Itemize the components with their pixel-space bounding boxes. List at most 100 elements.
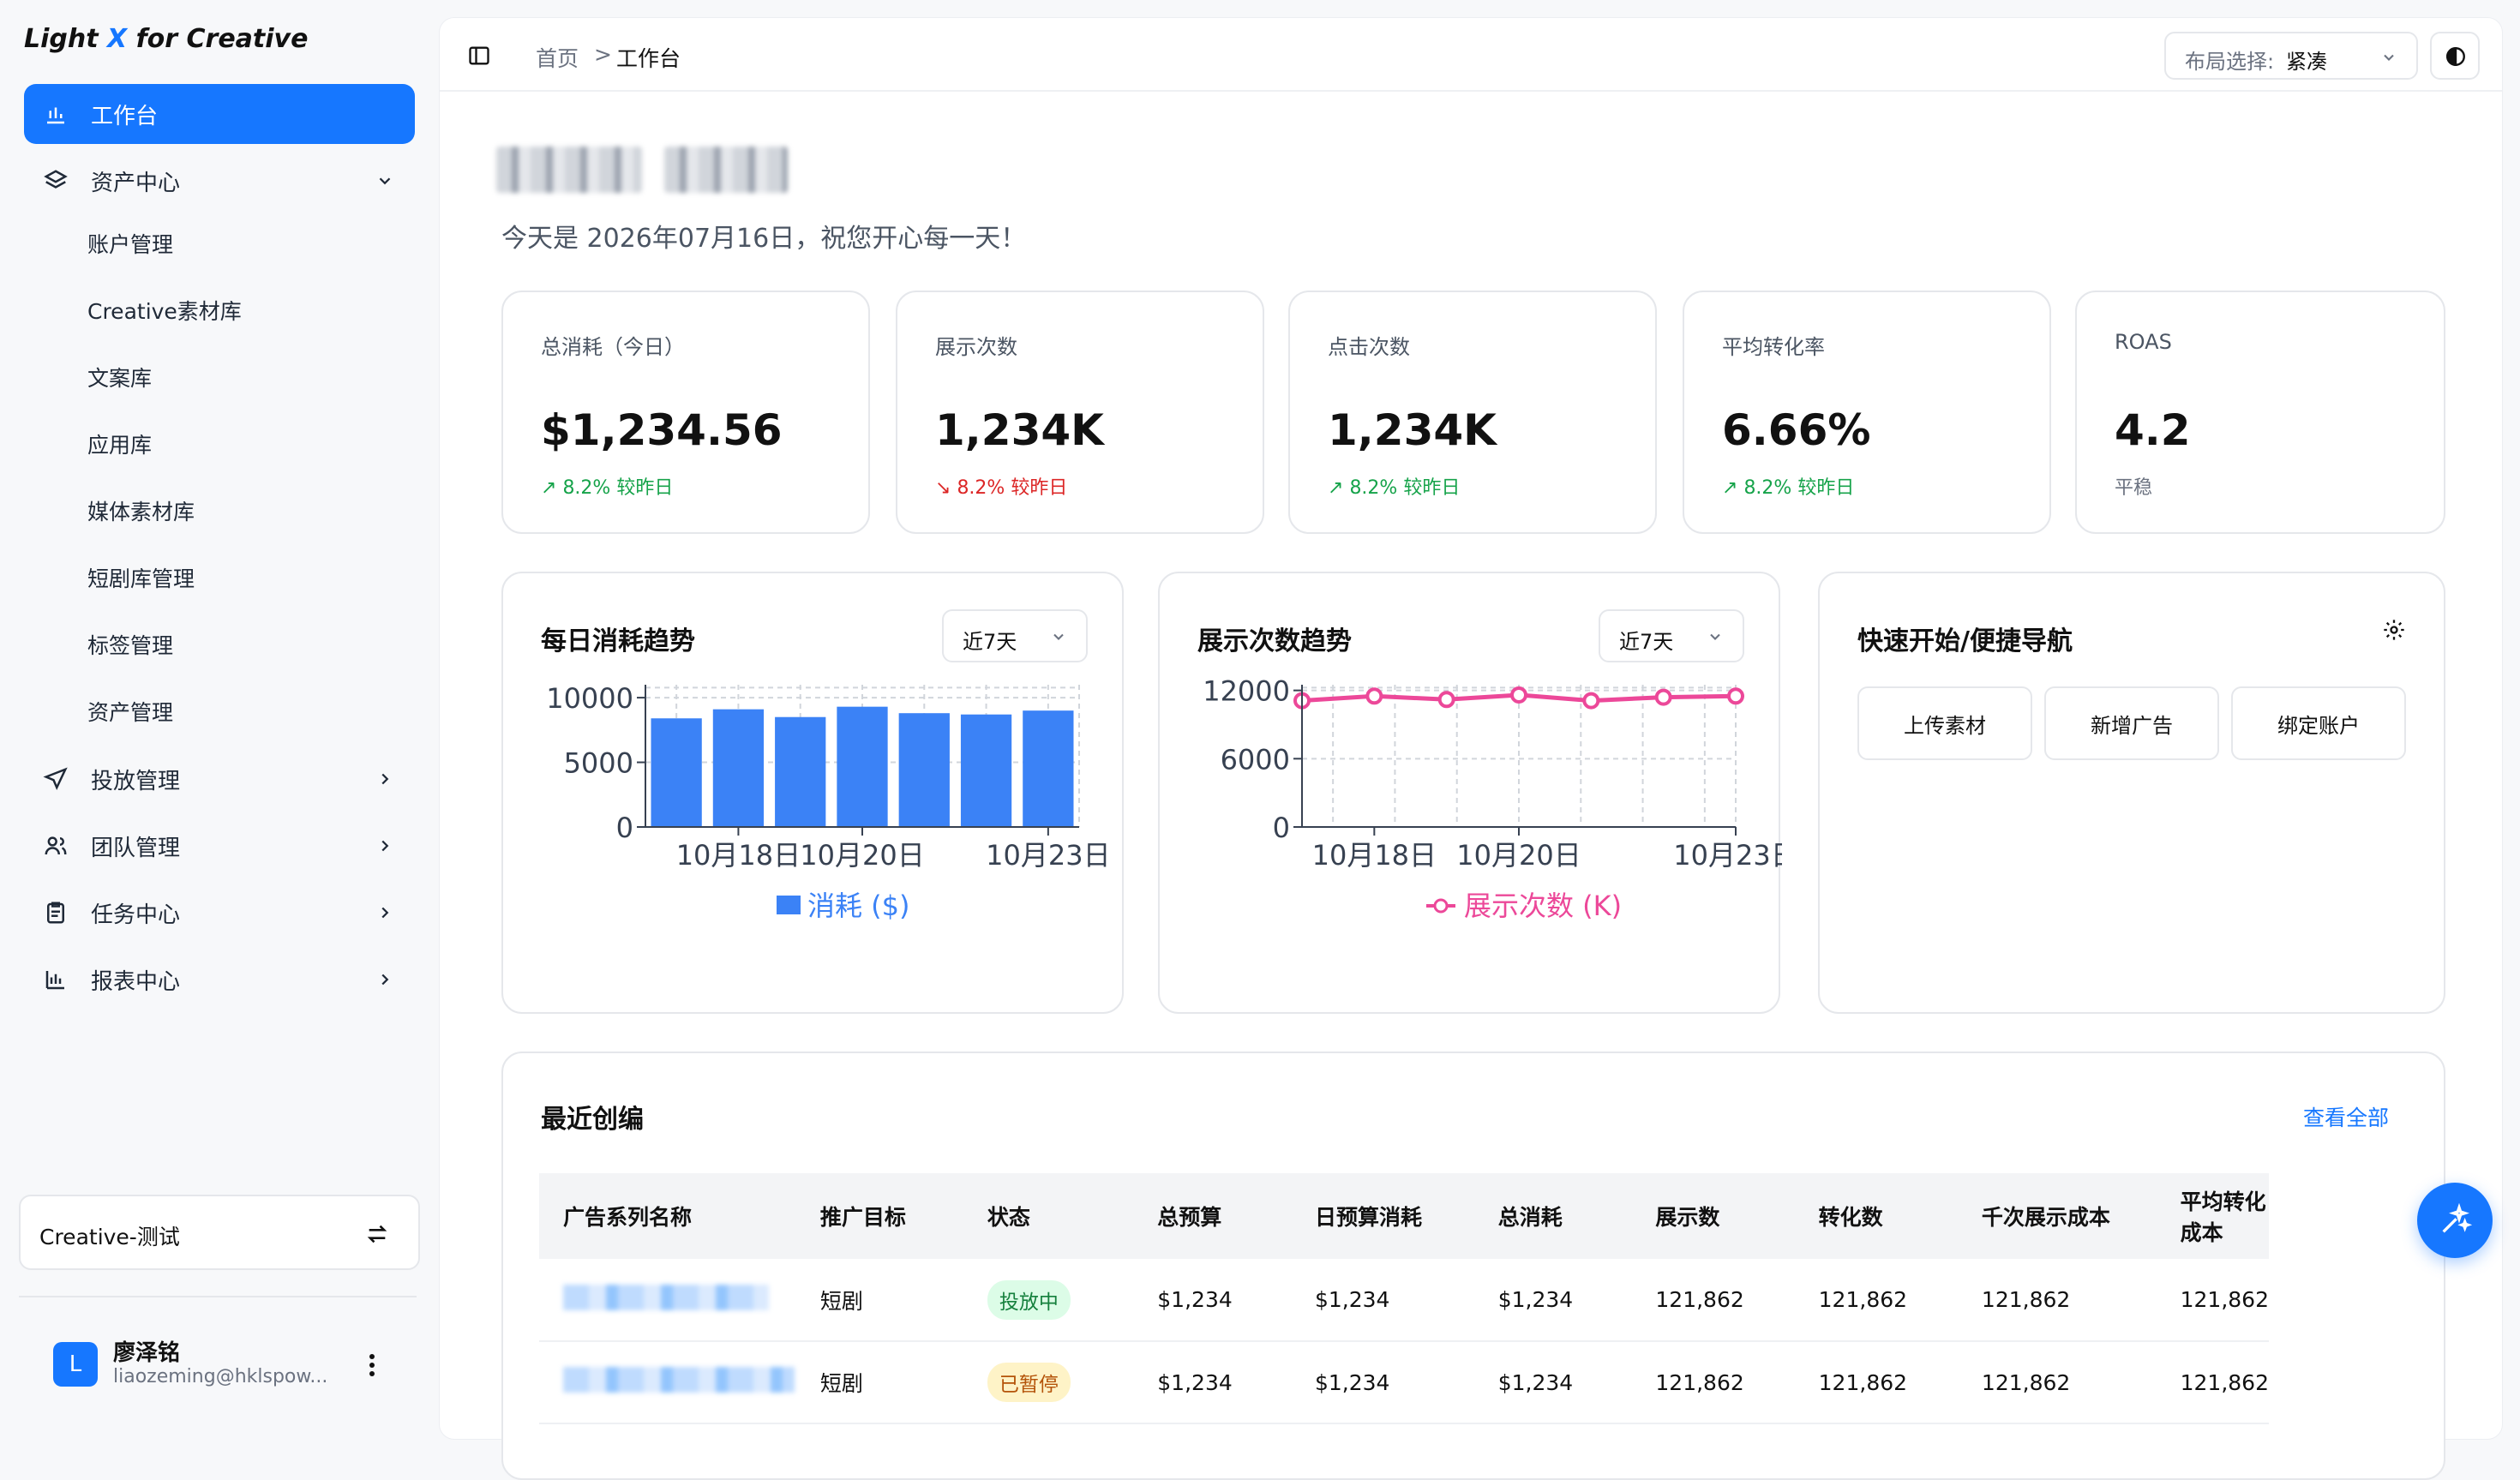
- upload-material-button[interactable]: 上传素材: [1857, 686, 2032, 760]
- new-ad-button[interactable]: 新增广告: [2044, 686, 2219, 760]
- sidebar-item-label: 投放管理: [91, 768, 181, 794]
- column-header: 总消耗: [1497, 1205, 1563, 1230]
- bar-chart-icon: [47, 107, 64, 124]
- campaign-name[interactable]: [563, 1367, 795, 1393]
- sidebar-item-reports[interactable]: 报表中心: [24, 950, 415, 1010]
- stat-delta: ↗ 8.2% 较昨日: [1722, 477, 1855, 499]
- card-title: 最近创编: [541, 1105, 644, 1135]
- bar: [960, 714, 1012, 827]
- column-header: 展示数: [1655, 1205, 1720, 1230]
- status-badge: 投放中: [987, 1279, 1071, 1320]
- impressions-trend-card: 展示次数趋势 近7天 0 6000 12000 10月18日 10月20日 10月23日展…: [1158, 572, 1782, 1014]
- bar: [651, 718, 702, 827]
- recent-campaigns-table: 广告系列名称 推广目标 状态 总预算 日预算消耗 总消耗 展示数 转化数 千次展…: [539, 1173, 2269, 1424]
- chevron-right-icon: [381, 907, 389, 919]
- sidebar-item-asset-center[interactable]: 资产中心: [24, 151, 415, 211]
- range-select-value: 近7天: [963, 630, 1017, 654]
- swap-icon: [367, 1225, 387, 1243]
- range-select[interactable]: 近7天: [1599, 609, 1744, 662]
- x-tick-label: 10月18日: [676, 839, 801, 872]
- table-cell: 121,862: [1631, 1341, 1795, 1424]
- data-point: [1582, 692, 1600, 710]
- workspace-switcher[interactable]: Creative-测试: [19, 1195, 420, 1270]
- app-logo[interactable]: Light X for Creative: [24, 24, 308, 54]
- sidebar-subitem-drama-library[interactable]: 短剧库管理: [87, 562, 195, 593]
- bind-account-button[interactable]: 绑定账户: [2231, 686, 2406, 760]
- table-row[interactable]: 短剧 投放中 $1,234 $1,234 $1,234 121,862 121,…: [539, 1259, 2269, 1342]
- sidebar-subitem-media-library[interactable]: 媒体素材库: [87, 495, 195, 526]
- trend-up-icon: ↗: [1328, 477, 1350, 499]
- sidebar-toggle-icon[interactable]: [467, 44, 491, 68]
- bar: [898, 713, 950, 827]
- card-title: 快速开始/便捷导航: [1857, 626, 2073, 656]
- table-header-row: 广告系列名称 推广目标 状态 总预算 日预算消耗 总消耗 展示数 转化数 千次展…: [539, 1173, 2269, 1259]
- sidebar-item-label: 报表中心: [91, 968, 181, 995]
- table-cell: $1,234: [1133, 1341, 1291, 1424]
- stat-delta: ↗ 8.2% 较昨日: [1328, 477, 1461, 499]
- stat-card-roas: ROAS 4.2 平稳: [2075, 291, 2445, 534]
- y-tick-label: 0: [1273, 812, 1290, 844]
- sidebar-subitem-account[interactable]: 账户管理: [87, 228, 173, 259]
- sidebar-subitem-copy-library[interactable]: 文案库: [87, 362, 152, 392]
- table-cell: 121,862: [1957, 1259, 2157, 1342]
- gear-icon[interactable]: [2382, 618, 2406, 642]
- card-title: 每日消耗趋势: [541, 626, 695, 656]
- range-select[interactable]: 近7天: [942, 609, 1088, 662]
- sidebar: Light X for Creative 工作台 资产中心 账户管理 Creat…: [0, 0, 439, 1431]
- user-name: 廖泽铭: [113, 1340, 181, 1366]
- bar-chart-icon: [45, 971, 64, 990]
- table-cell: $1,234: [1133, 1259, 1291, 1342]
- spend-bar-chart: 0 5000 10000 10月18日 10月20日 10月23日消耗 ($): [546, 682, 1110, 922]
- chevron-down-icon: [1710, 633, 1720, 640]
- table-cell: 121,862: [1631, 1259, 1795, 1342]
- ai-assistant-button[interactable]: [2417, 1183, 2493, 1258]
- legend-swatch: [1433, 898, 1449, 914]
- card-title: 展示次数趋势: [1197, 626, 1352, 656]
- y-tick-label: 0: [616, 812, 633, 844]
- clipboard-icon: [47, 902, 64, 924]
- sidebar-item-campaigns[interactable]: 投放管理: [24, 749, 415, 809]
- column-header: 总预算: [1157, 1205, 1222, 1230]
- avatar[interactable]: L: [53, 1342, 98, 1387]
- data-point: [1365, 687, 1383, 705]
- legend-label: 消耗 ($): [807, 890, 910, 922]
- sidebar-item-label: 任务中心: [91, 902, 181, 928]
- sidebar-subitem-tags[interactable]: 标签管理: [87, 629, 173, 660]
- layers-icon: [44, 170, 68, 189]
- sparkles-icon: [2442, 1203, 2472, 1233]
- sidebar-item-team[interactable]: 团队管理: [24, 816, 415, 876]
- stat-card-conversion: 平均转化率 6.66% ↗ 8.2% 较昨日: [1683, 291, 2051, 534]
- table-cell: 121,862: [2156, 1259, 2269, 1342]
- chevron-down-icon: [1053, 633, 1064, 640]
- column-header: 日预算消耗: [1314, 1205, 1422, 1230]
- column-header: 推广目标: [819, 1205, 906, 1230]
- sidebar-item-tasks[interactable]: 任务中心: [24, 883, 415, 943]
- layout-select[interactable]: 布局选择: 紧凑: [2164, 32, 2418, 80]
- x-tick-label: 10月20日: [1456, 839, 1581, 872]
- trend-up-icon: ↗: [1722, 477, 1744, 499]
- sidebar-subitem-creative-library[interactable]: Creative素材库: [87, 295, 242, 326]
- breadcrumb-home[interactable]: 首页: [536, 42, 579, 73]
- sidebar-subitem-asset-manage[interactable]: 资产管理: [87, 696, 173, 727]
- stat-card-clicks: 点击次数 1,234K ↗ 8.2% 较昨日: [1288, 291, 1657, 534]
- chevron-right-icon: [381, 840, 389, 852]
- workspace-name: Creative-测试: [39, 1225, 180, 1249]
- campaign-name[interactable]: [563, 1284, 769, 1310]
- theme-toggle-button[interactable]: [2430, 32, 2480, 80]
- table-cell: $1,234: [1473, 1259, 1632, 1342]
- column-header: 平均转化成本: [2180, 1189, 2266, 1245]
- sidebar-subitem-app-library[interactable]: 应用库: [87, 428, 152, 459]
- sidebar-item-workbench[interactable]: 工作台: [24, 84, 415, 144]
- table-cell: $1,234: [1290, 1341, 1474, 1424]
- y-tick-label: 10000: [546, 682, 633, 715]
- view-all-link[interactable]: 查看全部: [2303, 1101, 2389, 1132]
- more-vertical-icon[interactable]: [367, 1352, 377, 1378]
- x-tick-label: 10月23日: [986, 839, 1110, 872]
- table-cell: $1,234: [1473, 1341, 1632, 1424]
- table-row[interactable]: 短剧 已暂停 $1,234 $1,234 $1,234 121,862 121,…: [539, 1341, 2269, 1424]
- table-cell: 短剧: [795, 1259, 963, 1342]
- column-header: 转化数: [1818, 1205, 1883, 1230]
- table-cell: $1,234: [1290, 1259, 1474, 1342]
- trend-down-icon: ↘: [935, 477, 957, 499]
- data-point: [1727, 687, 1744, 705]
